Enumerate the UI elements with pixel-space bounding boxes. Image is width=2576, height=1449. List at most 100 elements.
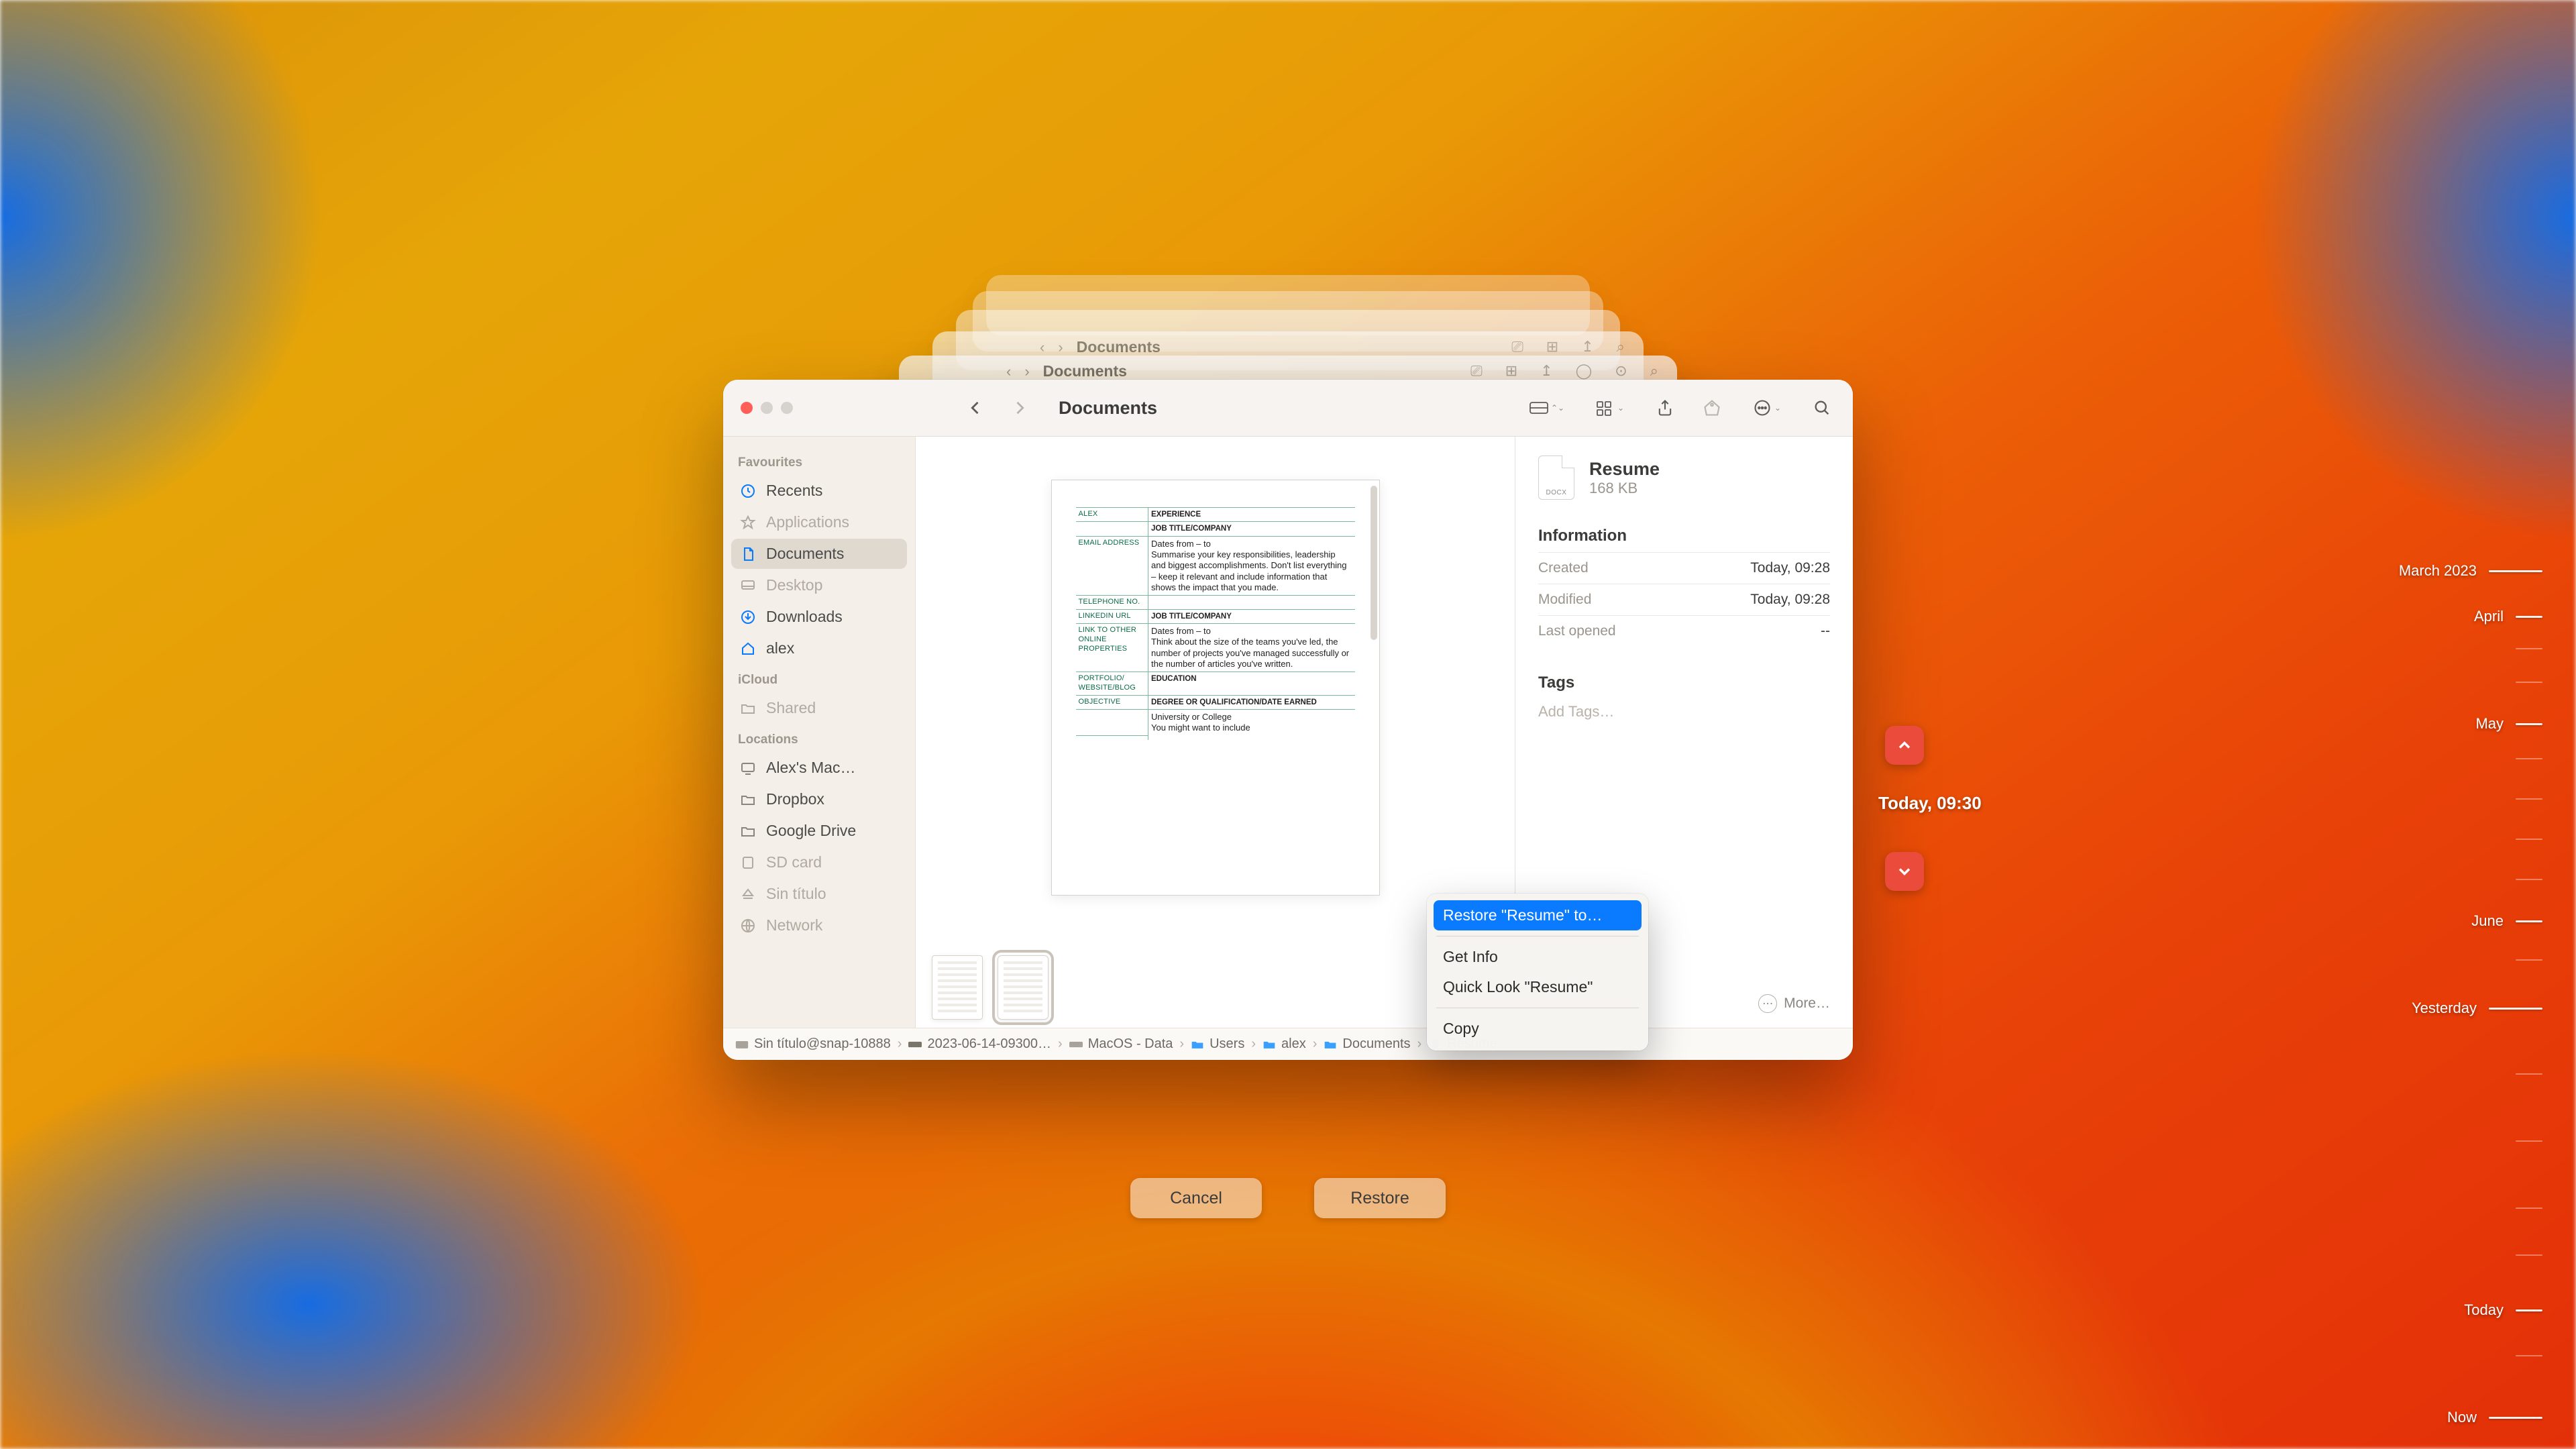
file-name: Resume bbox=[1589, 459, 1660, 480]
sidebar-item-label: Downloads bbox=[766, 608, 843, 626]
sidebar-item-label: Sin título bbox=[766, 885, 826, 903]
label-created: Created bbox=[1538, 560, 1589, 576]
sidebar-item-computer[interactable]: Alex's Mac… bbox=[731, 753, 907, 783]
menu-item-quick-look[interactable]: Quick Look "Resume" bbox=[1434, 972, 1642, 1002]
timeline-label: June bbox=[2471, 912, 2504, 930]
back-button[interactable] bbox=[961, 394, 990, 421]
timeline-tick[interactable] bbox=[2516, 839, 2542, 840]
network-icon bbox=[739, 917, 757, 934]
group-by-button[interactable]: ⌄ bbox=[1587, 394, 1633, 421]
timeline-tick[interactable] bbox=[2516, 1140, 2542, 1142]
thumbnail-selected[interactable] bbox=[998, 955, 1049, 1020]
value-modified: Today, 09:28 bbox=[1750, 592, 1830, 608]
menu-item-copy[interactable]: Copy bbox=[1434, 1014, 1642, 1044]
sidebar-item-home[interactable]: alex bbox=[731, 633, 907, 663]
sidebar-item-network[interactable]: Network bbox=[731, 910, 907, 941]
sidebar-item-desktop[interactable]: Desktop bbox=[731, 570, 907, 600]
path-segment[interactable]: MacOS - Data bbox=[1088, 1036, 1173, 1052]
finder-window: Documents ⌃⌄ ⌄ ⌄ Favourites Recents Appl… bbox=[723, 380, 1853, 1060]
window-controls bbox=[741, 402, 793, 414]
path-segment[interactable]: 2023-06-14-09300… bbox=[927, 1036, 1051, 1052]
time-machine-actions: Cancel Restore bbox=[1130, 1178, 1446, 1218]
sidebar-item-volume[interactable]: Sin título bbox=[731, 879, 907, 909]
sidebar-item-applications[interactable]: Applications bbox=[731, 507, 907, 537]
sidebar-item-label: Alex's Mac… bbox=[766, 759, 855, 777]
sidebar-item-sdcard[interactable]: SD card bbox=[731, 847, 907, 877]
sidebar-item-label: Network bbox=[766, 916, 822, 934]
timeline-mark bbox=[2516, 1355, 2542, 1356]
path-segment[interactable]: alex bbox=[1281, 1036, 1306, 1052]
sidebar-section-locations: Locations bbox=[731, 724, 907, 751]
folder-icon bbox=[739, 822, 757, 840]
thumbnail[interactable] bbox=[932, 955, 983, 1020]
maximize-button[interactable] bbox=[781, 402, 793, 414]
timeline-tick[interactable]: Yesterday bbox=[2412, 1000, 2542, 1017]
timeline-mark bbox=[2516, 920, 2542, 922]
more-link[interactable]: More… bbox=[1784, 996, 1830, 1012]
timeline-tick[interactable] bbox=[2516, 1073, 2542, 1075]
timeline-tick[interactable] bbox=[2516, 1208, 2542, 1209]
timeline-mark bbox=[2516, 758, 2542, 759]
menu-item-get-info[interactable]: Get Info bbox=[1434, 942, 1642, 972]
sidebar-item-googledrive[interactable]: Google Drive bbox=[731, 816, 907, 846]
window-title: Documents bbox=[1059, 398, 1157, 419]
context-menu: Restore "Resume" to… Get Info Quick Look… bbox=[1427, 894, 1648, 1051]
timeline-tick[interactable]: March 2023 bbox=[2399, 562, 2542, 580]
path-bar[interactable]: Sin título@snap-10888› 2023-06-14-09300…… bbox=[723, 1028, 1853, 1060]
folder-icon bbox=[739, 700, 757, 717]
timeline-tick[interactable] bbox=[2516, 1355, 2542, 1356]
path-segment[interactable]: Users bbox=[1210, 1036, 1244, 1052]
sidebar-item-label: Documents bbox=[766, 545, 844, 563]
forward-button[interactable] bbox=[1005, 394, 1034, 421]
sidebar-item-shared[interactable]: Shared bbox=[731, 693, 907, 723]
timeline-tick[interactable] bbox=[2516, 682, 2542, 683]
timeline-tick[interactable]: Today bbox=[2464, 1301, 2542, 1319]
sidebar-item-label: Applications bbox=[766, 513, 849, 531]
action-menu-button[interactable]: ⌄ bbox=[1744, 394, 1790, 421]
timeline-tick[interactable]: May bbox=[2475, 715, 2542, 733]
cancel-button[interactable]: Cancel bbox=[1130, 1178, 1262, 1218]
timeline-tick[interactable] bbox=[2516, 648, 2542, 649]
next-snapshot-button[interactable] bbox=[1885, 852, 1924, 891]
sidebar-section-icloud: iCloud bbox=[731, 665, 907, 692]
timeline-tick[interactable] bbox=[2516, 959, 2542, 961]
timeline-mark bbox=[2516, 616, 2542, 618]
sidebar-item-downloads[interactable]: Downloads bbox=[731, 602, 907, 632]
timeline-label: Today bbox=[2464, 1301, 2504, 1319]
share-button[interactable] bbox=[1650, 394, 1680, 421]
minimize-button[interactable] bbox=[761, 402, 773, 414]
path-segment[interactable]: Documents bbox=[1342, 1036, 1410, 1052]
current-snapshot-label: Today, 09:30 bbox=[1878, 793, 1982, 814]
restore-button[interactable]: Restore bbox=[1314, 1178, 1446, 1218]
file-preview[interactable]: ALEXEXPERIENCEJOB TITLE/COMPANYEMAIL ADD… bbox=[1051, 480, 1380, 896]
timeline-tick[interactable] bbox=[2516, 798, 2542, 800]
timeline-tick[interactable]: June bbox=[2471, 912, 2542, 930]
tags-button[interactable] bbox=[1697, 394, 1727, 421]
menu-item-restore-to[interactable]: Restore "Resume" to… bbox=[1434, 900, 1642, 930]
timeline-tick[interactable]: Now bbox=[2447, 1409, 2542, 1426]
sidebar-item-recents[interactable]: Recents bbox=[731, 476, 907, 506]
timeline-label: Yesterday bbox=[2412, 1000, 2477, 1017]
search-button[interactable] bbox=[1807, 394, 1837, 421]
preview-scrollbar[interactable] bbox=[1371, 486, 1377, 640]
timeline-label: April bbox=[2474, 608, 2504, 625]
previous-snapshot-button[interactable] bbox=[1885, 726, 1924, 765]
timeline-mark bbox=[2516, 959, 2542, 961]
sidebar-item-label: Shared bbox=[766, 699, 816, 717]
sidebar-item-dropbox[interactable]: Dropbox bbox=[731, 784, 907, 814]
timeline-mark bbox=[2516, 798, 2542, 800]
add-tags-field[interactable]: Add Tags… bbox=[1538, 703, 1830, 720]
close-button[interactable] bbox=[741, 402, 753, 414]
timeline-tick[interactable]: April bbox=[2474, 608, 2542, 625]
timeline-tick[interactable] bbox=[2516, 758, 2542, 759]
timeline-tick[interactable] bbox=[2516, 879, 2542, 880]
sidebar-item-documents[interactable]: Documents bbox=[731, 539, 907, 569]
sidebar-item-label: Desktop bbox=[766, 576, 822, 594]
timeline-tick[interactable] bbox=[2516, 1254, 2542, 1256]
sidebar: Favourites Recents Applications Document… bbox=[723, 437, 916, 1028]
view-mode-button[interactable]: ⌃⌄ bbox=[1524, 394, 1570, 421]
timeline-label: March 2023 bbox=[2399, 562, 2477, 580]
path-segment[interactable]: Sin título@snap-10888 bbox=[754, 1036, 891, 1052]
more-actions-icon[interactable]: ⋯ bbox=[1758, 994, 1777, 1013]
sidebar-item-label: Google Drive bbox=[766, 822, 856, 840]
